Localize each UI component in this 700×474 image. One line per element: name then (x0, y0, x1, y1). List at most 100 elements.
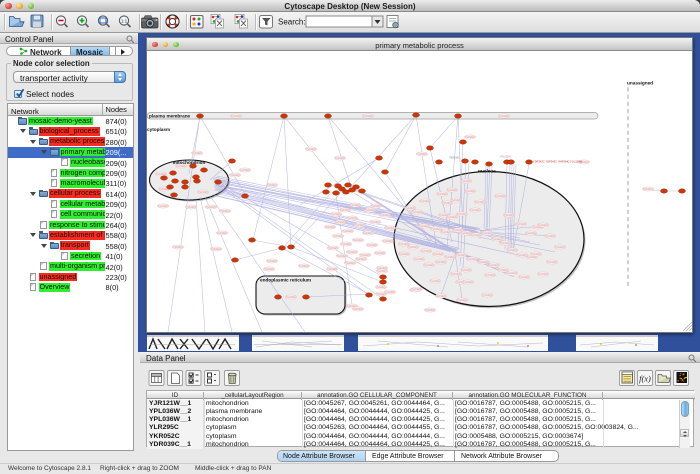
svg-text:YGR192C: YGR192C (436, 296, 447, 298)
svg-text:YGR192C: YGR192C (356, 259, 367, 261)
svg-text:1:1: 1:1 (121, 19, 128, 24)
svg-text:YGR192C: YGR192C (385, 228, 396, 230)
svg-text:YGR192C: YGR192C (156, 174, 167, 176)
svg-text:YGR192C: YGR192C (526, 233, 537, 235)
svg-text:YGR192C: YGR192C (211, 249, 222, 251)
svg-text:YGR192C: YGR192C (367, 245, 378, 247)
svg-text:YGR192C: YGR192C (370, 222, 381, 224)
svg-text:YGR192C: YGR192C (442, 203, 453, 205)
svg-text:YGR192C: YGR192C (465, 137, 476, 139)
svg-text:YGR192C: YGR192C (492, 239, 503, 241)
svg-text:YGR192C: YGR192C (485, 275, 496, 277)
svg-text:YGR192C: YGR192C (337, 256, 348, 258)
svg-text:YGR192C: YGR192C (230, 175, 241, 177)
svg-text:YGR192C: YGR192C (430, 281, 441, 283)
svg-text:f(x): f(x) (639, 374, 651, 384)
svg-text:YGR192C: YGR192C (327, 269, 338, 271)
svg-text:YBR298C: YBR298C (449, 157, 460, 160)
svg-text:YGR192C: YGR192C (482, 233, 493, 235)
svg-text:YGR192C: YGR192C (353, 240, 364, 242)
svg-text:YGR192C: YGR192C (363, 233, 374, 235)
svg-text:YGR192C: YGR192C (471, 235, 482, 237)
svg-text:YGR192C: YGR192C (376, 287, 387, 289)
svg-text:YGR192C: YGR192C (331, 214, 342, 216)
svg-text:YGR192C: YGR192C (507, 250, 518, 252)
svg-text:YGR192C: YGR192C (335, 158, 346, 160)
svg-text:YGR192C: YGR192C (186, 207, 197, 209)
svg-text:YGR192C: YGR192C (420, 201, 431, 203)
svg-text:YGR192C: YGR192C (457, 300, 468, 302)
svg-text:YGR192C: YGR192C (363, 116, 374, 118)
svg-text:YGR192C: YGR192C (445, 257, 456, 259)
svg-text:YGR192C: YGR192C (380, 215, 391, 217)
svg-text:YGR192C: YGR192C (350, 205, 361, 207)
svg-text:YGR192C: YGR192C (495, 196, 506, 198)
svg-text:YGR192C: YGR192C (355, 225, 366, 227)
svg-text:YGR192C: YGR192C (347, 252, 358, 254)
svg-text:YGR192C: YGR192C (431, 229, 442, 231)
svg-text:YGR192C: YGR192C (360, 255, 371, 257)
svg-text:YGR192C: YGR192C (538, 225, 549, 227)
svg-text:YGR192C: YGR192C (267, 261, 278, 263)
svg-text:YGR192C: YGR192C (419, 226, 430, 228)
svg-text:YGR192C: YGR192C (159, 189, 170, 191)
svg-text:YGR192C: YGR192C (489, 265, 500, 267)
svg-text:YGR192C: YGR192C (217, 233, 228, 235)
svg-text:YGR192C: YGR192C (516, 224, 527, 226)
svg-text:YGR192C: YGR192C (447, 190, 458, 192)
svg-text:YGR192C: YGR192C (405, 208, 416, 210)
svg-text:YGR192C: YGR192C (306, 149, 317, 151)
svg-text:YGR192C: YGR192C (437, 194, 448, 196)
svg-text:YGR192C: YGR192C (267, 185, 278, 187)
svg-text:YGR192C: YGR192C (643, 189, 654, 191)
svg-text:YGR192C: YGR192C (335, 222, 346, 224)
svg-text:YGR192C: YGR192C (345, 263, 356, 265)
svg-text:YGR192C: YGR192C (499, 116, 510, 118)
svg-text:YGR192C: YGR192C (198, 192, 209, 194)
svg-text:YGR192C: YGR192C (424, 265, 435, 267)
svg-text:YGR192C: YGR192C (461, 270, 472, 272)
svg-text:YGR192C: YGR192C (519, 277, 530, 279)
svg-text:nucleus: nucleus (478, 169, 496, 174)
svg-text:YGR192C: YGR192C (441, 232, 452, 234)
svg-text:YGR192C: YGR192C (531, 254, 542, 256)
svg-text:YGR192C: YGR192C (482, 295, 493, 297)
svg-text:YGR192C: YGR192C (417, 154, 428, 156)
svg-text:YGR192C: YGR192C (478, 262, 489, 264)
svg-text:YGR192C: YGR192C (467, 259, 478, 261)
svg-text:YGR192C: YGR192C (527, 257, 538, 259)
svg-text:YGR192C: YGR192C (456, 255, 467, 257)
svg-text:cytoplasm: cytoplasm (147, 127, 170, 132)
svg-text:YGR192C: YGR192C (371, 206, 382, 208)
svg-text:YGR192C: YGR192C (220, 211, 231, 213)
svg-text:YGR192C: YGR192C (206, 207, 217, 209)
svg-text:YGR192C: YGR192C (461, 181, 472, 183)
svg-text:YGR192C: YGR192C (538, 274, 549, 276)
svg-text:YGR192C: YGR192C (264, 269, 275, 271)
svg-text:YGR192C: YGR192C (333, 236, 344, 238)
svg-text:YGR192C: YGR192C (328, 248, 339, 250)
svg-text:YGR192C: YGR192C (299, 266, 310, 268)
svg-text:plasma membrane: plasma membrane (149, 114, 191, 119)
svg-text:YGR192C: YGR192C (504, 215, 515, 217)
svg-text:YGR192C: YGR192C (343, 231, 354, 233)
svg-text:YGR192C: YGR192C (399, 254, 410, 256)
svg-text:YGR192C: YGR192C (353, 309, 364, 311)
svg-text:endoplasmic reticulum: endoplasmic reticulum (260, 278, 311, 283)
svg-text:YGR192C: YGR192C (447, 217, 458, 219)
svg-text:YGR192C: YGR192C (408, 247, 419, 249)
svg-text:YGR192C: YGR192C (377, 271, 388, 273)
svg-text:YGR192C: YGR192C (158, 206, 169, 208)
svg-text:YGR192C: YGR192C (231, 116, 242, 118)
svg-text:YGR192C: YGR192C (425, 310, 436, 312)
svg-text:YGR192C: YGR192C (376, 294, 387, 296)
svg-text:YGR192C: YGR192C (451, 274, 462, 276)
svg-text:YGR192C: YGR192C (341, 244, 352, 246)
svg-text:Search:: Search: (278, 18, 306, 27)
svg-text:YGR192C: YGR192C (475, 202, 486, 204)
svg-text:mitochondrion: mitochondrion (173, 160, 206, 165)
svg-text:YGR192C: YGR192C (465, 191, 476, 193)
svg-text:YGR192C: YGR192C (176, 166, 187, 168)
svg-text:YGR192C: YGR192C (412, 289, 423, 291)
svg-text:YGR192C: YGR192C (451, 200, 462, 202)
